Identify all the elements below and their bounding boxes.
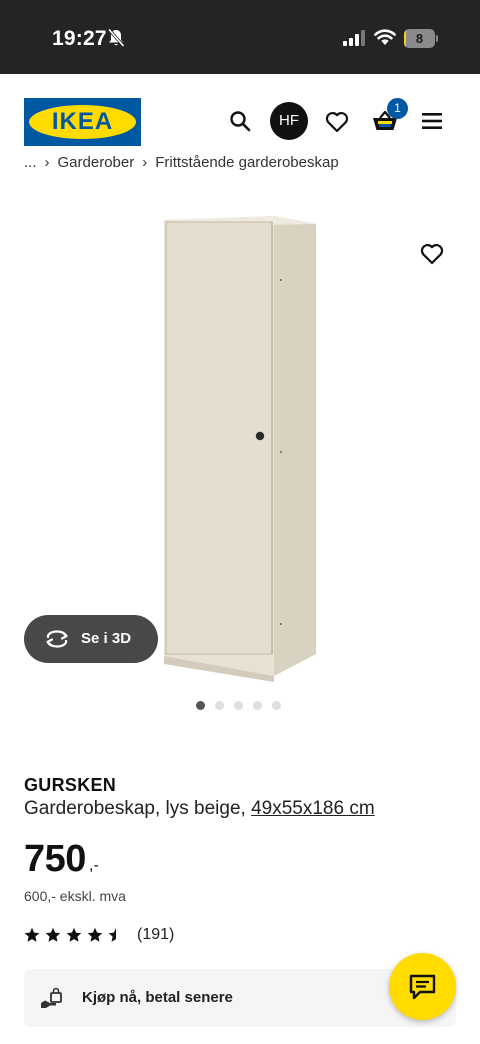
battery-nub [436, 35, 438, 42]
star-icon [87, 927, 103, 942]
chat-button[interactable] [389, 953, 456, 1020]
view-in-3d-button[interactable]: Se i 3D [24, 615, 158, 663]
star-icon [66, 927, 82, 942]
chevron-right-icon: › [44, 154, 50, 171]
chevron-right-icon: › [142, 154, 148, 171]
status-bar: 19:27 8 [0, 0, 480, 74]
star-icon [108, 927, 116, 942]
signal-icon [343, 30, 365, 46]
ikea-logo[interactable]: IKEA [24, 98, 141, 146]
product-description-text: Garderobeskap, lys beige, [24, 798, 252, 819]
bell-slash-icon [107, 28, 125, 48]
buy-now-pay-later-label: Kjøp nå, betal senere [82, 989, 233, 1006]
star-icon [45, 927, 61, 942]
star-icon [24, 927, 40, 942]
wifi-icon [374, 29, 396, 45]
carousel-dot[interactable] [234, 701, 243, 710]
site-header: IKEA HF 1 [0, 74, 480, 164]
product-name: GURSKEN [24, 775, 117, 795]
carousel-dot[interactable] [215, 701, 224, 710]
breadcrumb-item[interactable]: Frittstående garderobeskap [155, 154, 338, 171]
ikea-logo-text: IKEA [51, 108, 114, 135]
avatar[interactable]: HF [270, 102, 308, 140]
price-suffix: ,- [89, 857, 99, 874]
battery-level: 8 [415, 31, 424, 46]
battery-icon: 8 [404, 29, 438, 48]
view-in-3d-label: Se i 3D [81, 630, 132, 647]
breadcrumb: ... › Garderober › Frittstående garderobeska… [24, 154, 464, 176]
breadcrumb-item[interactable]: Garderober [58, 154, 135, 171]
heart-icon[interactable] [420, 243, 444, 265]
breadcrumb-ellipsis[interactable]: ... [24, 154, 37, 171]
cart-count-badge: 1 [387, 98, 408, 119]
carousel-dot[interactable] [196, 701, 205, 710]
carousel-dot[interactable] [253, 701, 262, 710]
chat-icon [409, 974, 436, 1000]
product-size-link[interactable]: 49x55x186 cm [251, 798, 375, 819]
rotate-3d-icon [46, 630, 68, 648]
price-excluding-vat: 600,- ekskl. mva [24, 888, 126, 904]
product-description: Garderobeskap, lys beige, 49x55x186 cm [24, 798, 375, 820]
price: 750 [24, 838, 86, 880]
battery-body: 8 [404, 29, 435, 48]
status-time: 19:27 [52, 27, 107, 50]
heart-icon[interactable] [325, 111, 349, 133]
product-gallery[interactable]: Se i 3D [0, 176, 480, 696]
review-count[interactable]: (191) [137, 926, 174, 944]
search-icon[interactable] [229, 110, 251, 132]
carousel-dot[interactable] [272, 701, 281, 710]
product-image[interactable] [150, 212, 330, 682]
menu-icon[interactable] [422, 113, 442, 129]
shopping-bag-hand-icon [41, 988, 62, 1008]
